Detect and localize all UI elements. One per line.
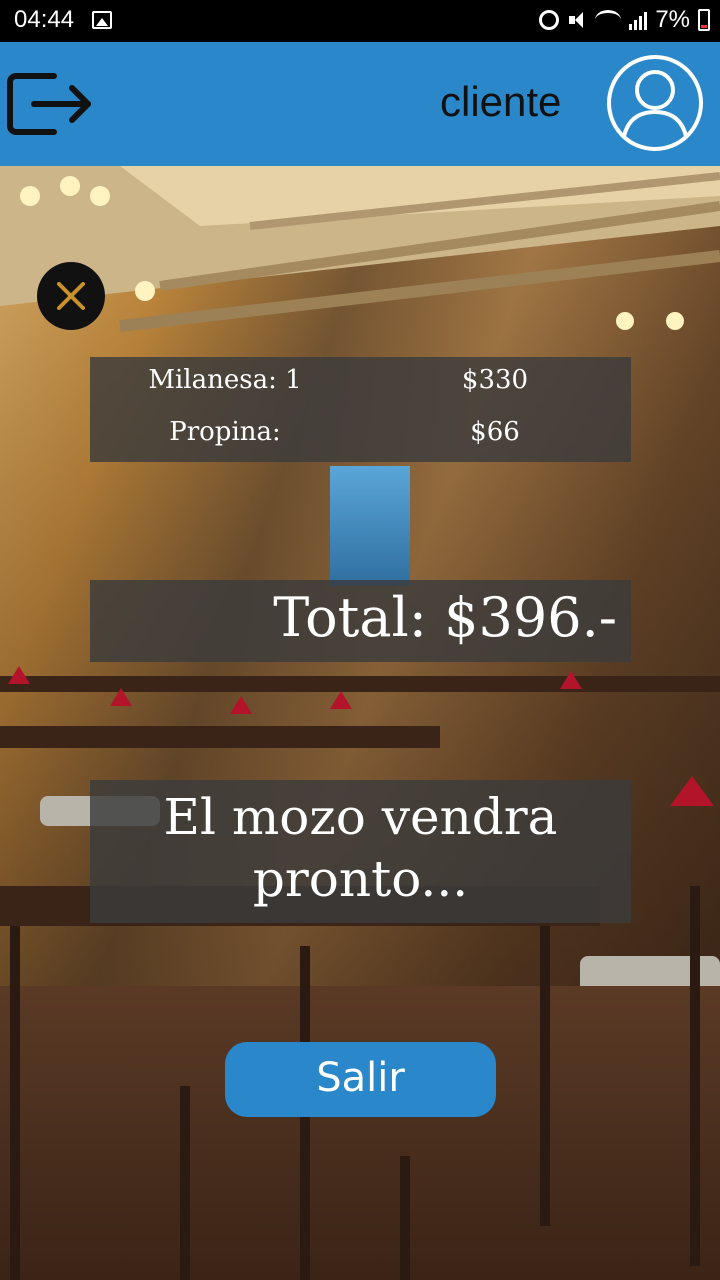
item-price: $66: [470, 417, 520, 447]
battery-icon: [698, 9, 710, 31]
chair-leg: [400, 1156, 410, 1280]
table: [0, 676, 720, 692]
close-button[interactable]: [37, 262, 105, 330]
status-bar: 04:44 7%: [0, 0, 720, 42]
napkin: [330, 691, 352, 709]
napkin: [230, 696, 252, 714]
order-item-row: Propina: $66: [90, 409, 631, 461]
app-header: cliente: [0, 42, 720, 166]
close-icon: [57, 282, 85, 310]
floor: [0, 986, 720, 1280]
table: [0, 726, 440, 748]
item-name: Propina:: [169, 417, 281, 447]
order-items-panel: Milanesa: 1 $330 Propina: $66: [90, 357, 631, 462]
logout-icon[interactable]: [6, 70, 94, 138]
mute-icon: [567, 10, 587, 30]
waiter-message-panel: El mozo vendra pronto...: [90, 780, 631, 923]
table-leg: [10, 926, 20, 1280]
item-name: Milanesa: 1: [148, 365, 302, 395]
user-avatar-icon[interactable]: [606, 50, 704, 156]
status-icons: 7%: [539, 6, 710, 34]
ceiling-beams: [0, 166, 720, 332]
order-total: Total: $396.-: [273, 586, 617, 649]
signal-icon: [629, 10, 648, 30]
gallery-icon: [92, 11, 112, 29]
waiter-message: El mozo vendra pronto...: [163, 788, 558, 908]
battery-percent: 7%: [655, 6, 690, 33]
wifi-icon: [595, 10, 622, 30]
window: [330, 466, 410, 586]
alarm-icon: [539, 10, 560, 30]
chair-leg: [690, 886, 700, 1266]
order-item-row: Milanesa: 1 $330: [90, 357, 631, 409]
user-role-label: cliente: [440, 78, 562, 125]
exit-button[interactable]: Salir: [225, 1042, 496, 1117]
chair-leg: [180, 1086, 190, 1280]
item-price: $330: [461, 365, 529, 395]
chair-leg: [540, 926, 550, 1226]
napkin: [670, 776, 714, 806]
napkin: [8, 666, 30, 684]
status-time: 04:44: [14, 6, 75, 33]
order-total-panel: Total: $396.-: [90, 580, 631, 662]
